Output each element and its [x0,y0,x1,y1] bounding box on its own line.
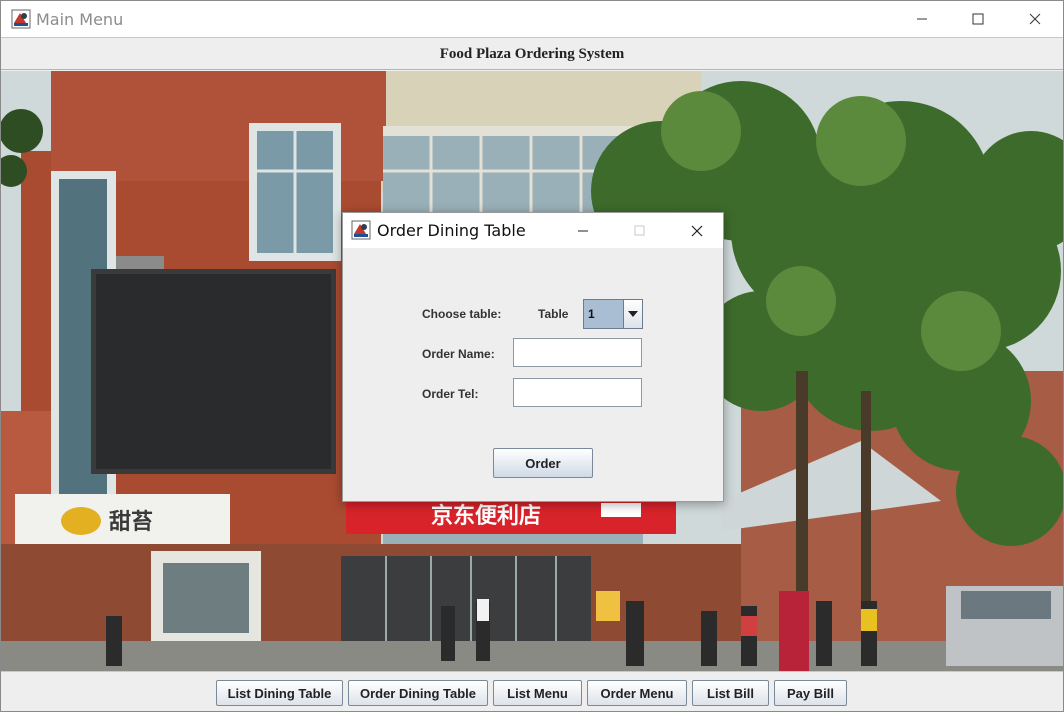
system-title: Food Plaza Ordering System [439,46,625,62]
table-select-value: 1 [588,307,595,321]
main-window: Main Menu Food Plaza Ordering System 甜苔 … [0,0,1064,712]
dialog-maximize-button [619,213,659,248]
list-menu-button[interactable]: List Menu [493,680,582,706]
choose-table-label: Choose table: [422,307,502,321]
footer-toolbar: List Dining Table Order Dining Table Lis… [1,671,1063,711]
java-app-icon [351,220,371,240]
order-tel-label: Order Tel: [422,387,479,401]
order-menu-button[interactable]: Order Menu [587,680,687,706]
dialog-title: Order Dining Table [377,221,526,240]
maximize-button[interactable] [950,1,1006,37]
order-name-label: Order Name: [422,347,495,361]
table-select[interactable]: 1 [583,299,643,329]
dialog-close-button[interactable] [677,213,717,248]
store-sign-text: 京东便利店 [431,503,541,529]
java-app-icon [11,9,31,29]
title-bar[interactable]: Main Menu [1,1,1063,37]
order-dining-table-button[interactable]: Order Dining Table [348,680,488,706]
table-label: Table [538,307,569,321]
order-dining-table-dialog: Order Dining Table Choose table: Table 1… [342,212,724,502]
header-bar: Food Plaza Ordering System [1,37,1063,70]
pay-bill-button[interactable]: Pay Bill [774,680,847,706]
dialog-title-bar[interactable]: Order Dining Table [343,213,723,248]
minimize-icon [578,230,588,231]
dialog-minimize-button[interactable] [563,213,603,248]
maximize-icon [634,225,644,236]
order-button[interactable]: Order [493,448,593,478]
minimize-button[interactable] [894,1,950,37]
order-tel-input[interactable] [513,378,642,407]
shop-sign-text: 甜苔 [109,509,153,535]
close-icon [691,225,703,236]
list-bill-button[interactable]: List Bill [692,680,769,706]
minimize-icon [917,18,927,20]
maximize-icon [972,13,984,25]
chevron-down-icon[interactable] [623,300,642,328]
close-icon [1029,13,1041,25]
order-name-input[interactable] [513,338,642,367]
list-dining-table-button[interactable]: List Dining Table [216,680,343,706]
window-title: Main Menu [36,10,124,29]
close-button[interactable] [1007,1,1063,37]
